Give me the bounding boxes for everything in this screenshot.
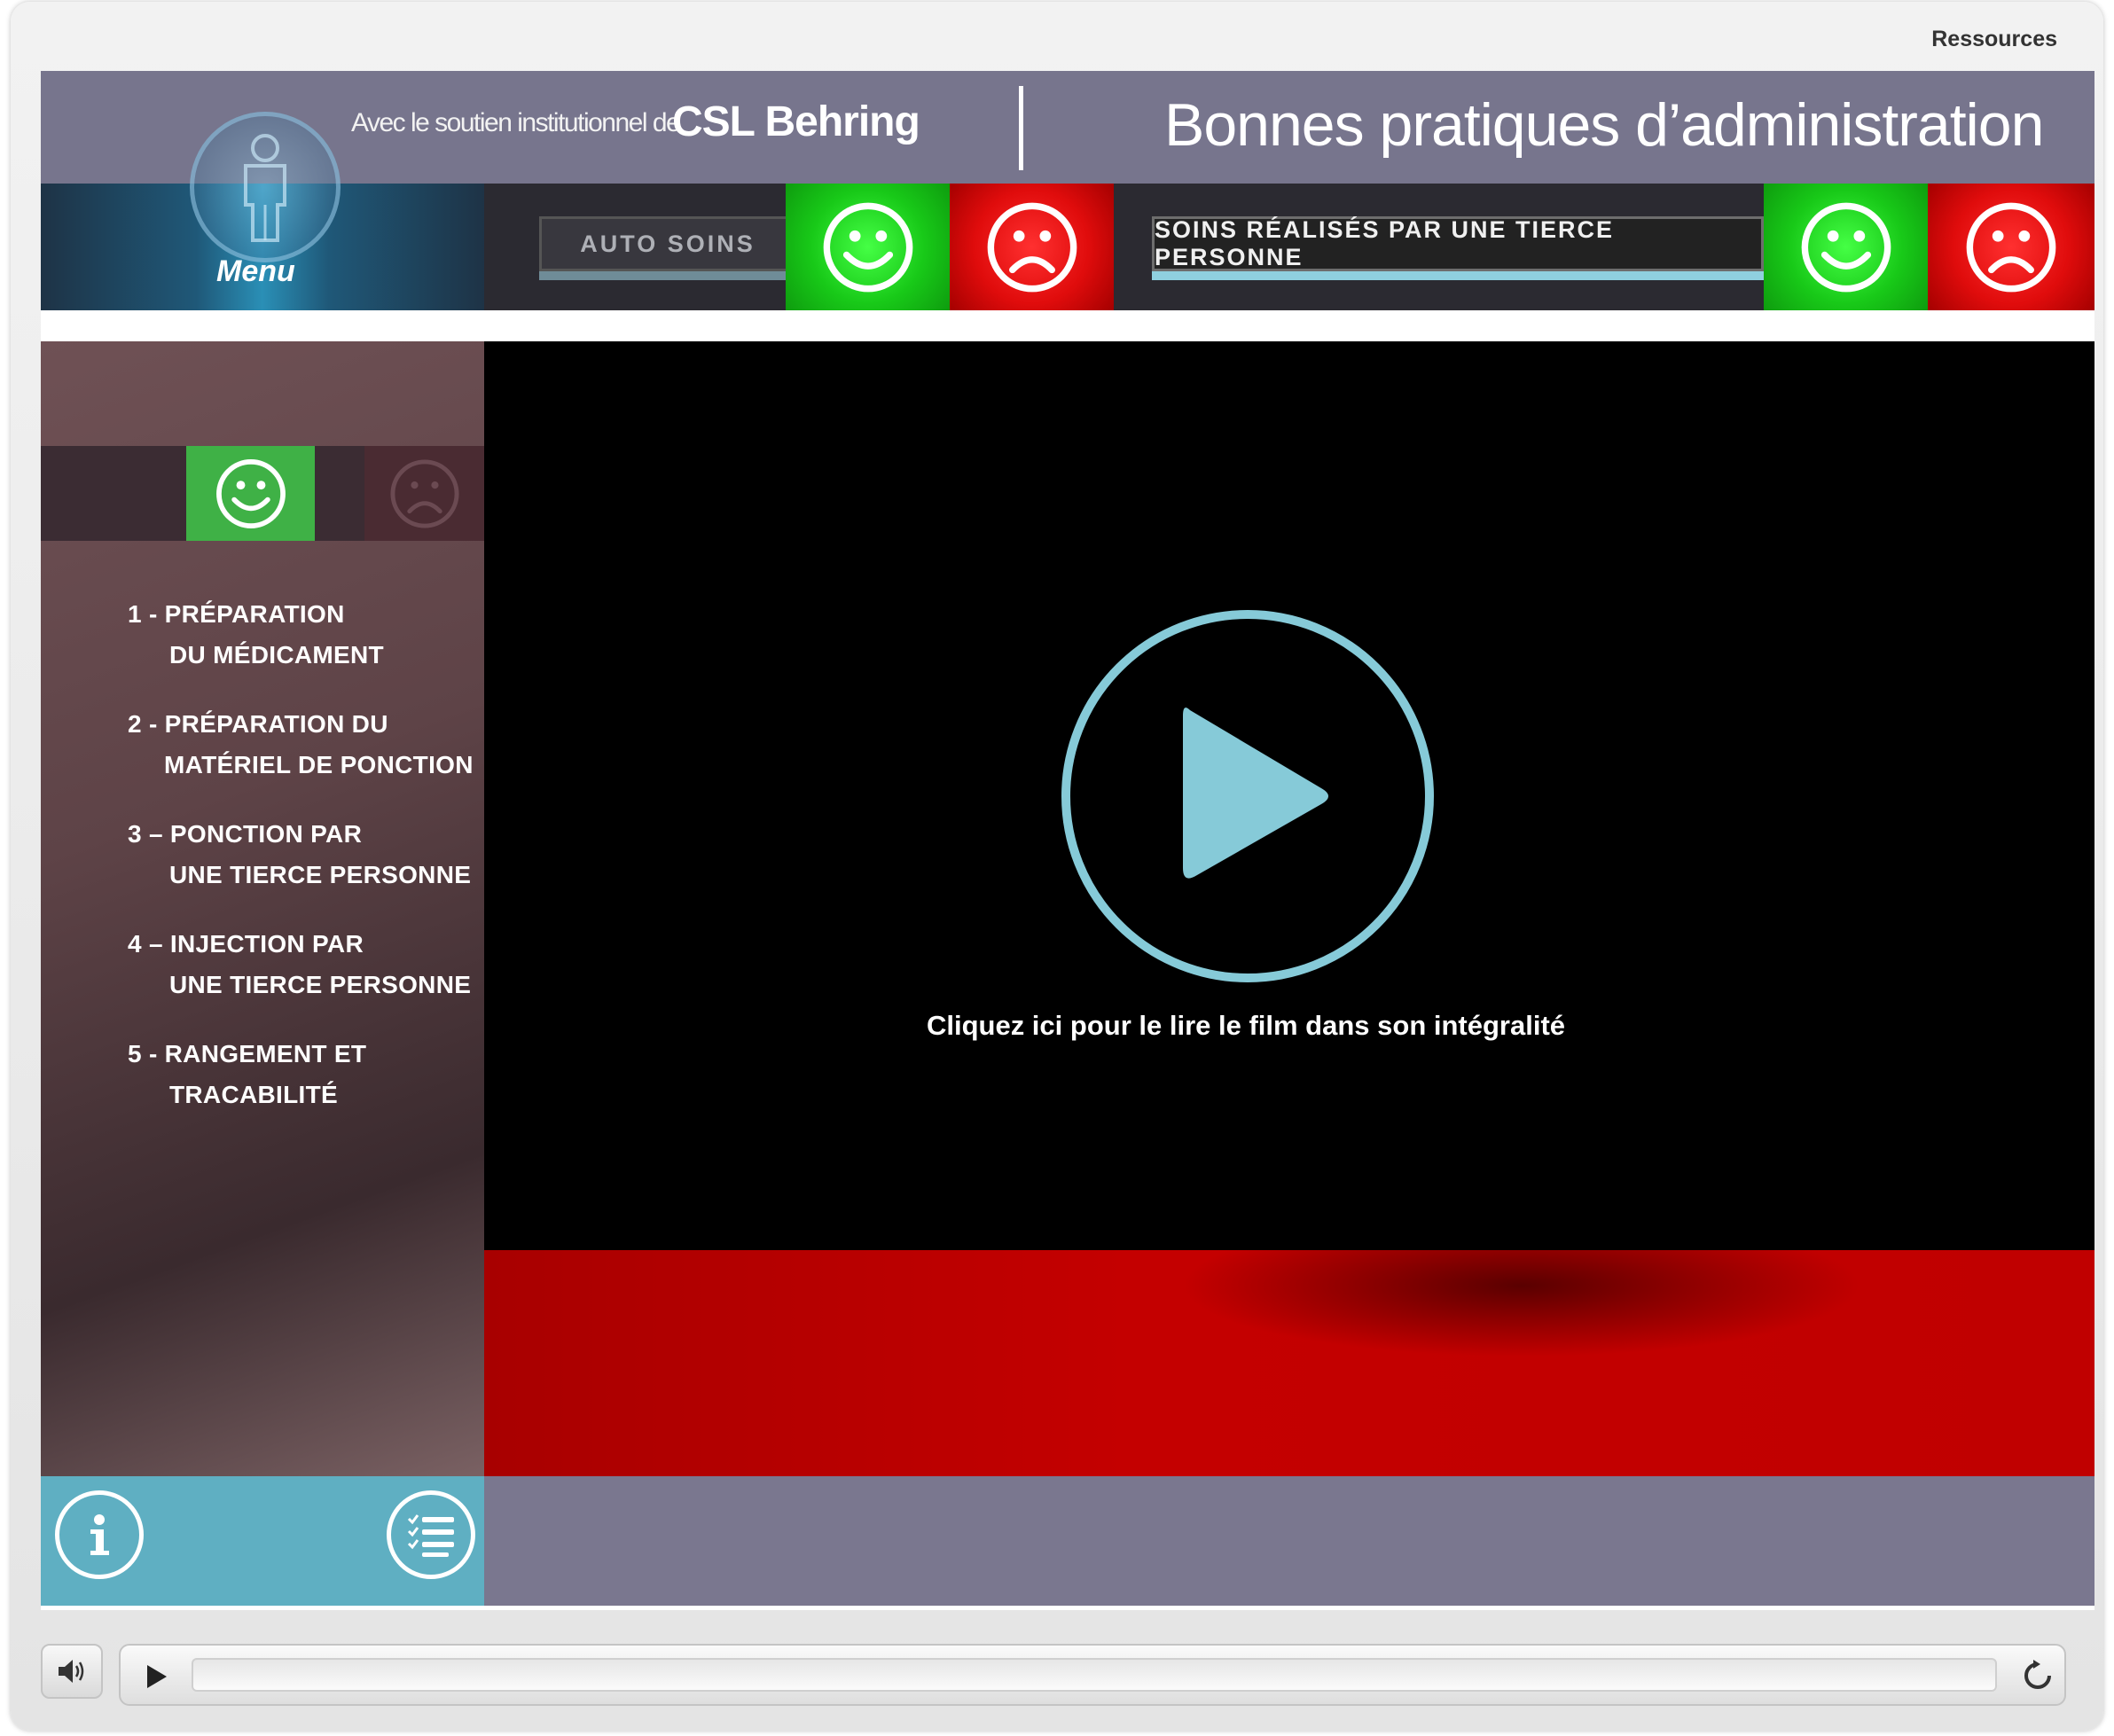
video-player[interactable]: Cliquez ici pour le lire le film dans so… [484,341,2094,1250]
speaker-icon [59,1660,84,1683]
replay-icon [2024,1660,2051,1689]
auto-soins-underline [539,271,796,280]
info-button[interactable] [55,1490,144,1579]
play-button[interactable] [138,1659,174,1694]
player-control-bar [119,1644,2066,1706]
sidebar-footer [41,1476,484,1606]
info-icon [90,1514,109,1555]
smiley-sad-icon [1966,202,2056,292]
avatar-icon[interactable] [190,112,341,262]
step-item-4[interactable]: 4 – INJECTION PAR UNE TIERCE PERSONNE [128,924,474,1005]
step-4-line1: 4 – INJECTION PAR [128,930,364,958]
tierce-underline [1152,271,1764,280]
step-4-line2: UNE TIERCE PERSONNE [169,971,472,998]
tierce-bad-button[interactable] [1928,184,2094,310]
person-silhouette-icon [244,134,286,242]
step-item-3[interactable]: 3 – PONCTION PAR UNE TIERCE PERSONNE [128,814,474,895]
video-caption[interactable]: Cliquez ici pour le lire le film dans so… [484,1010,2008,1042]
sidebar-tabs [41,446,484,541]
mute-button[interactable] [41,1644,103,1699]
step-item-2[interactable]: 2 - PRÉPARATION DU MATÉRIEL DE PONCTION [128,704,474,786]
seek-bar[interactable] [192,1658,1997,1692]
smiley-sad-icon [389,458,459,528]
checklist-icon [407,1514,454,1557]
step-1-line2: DU MÉDICAMENT [169,641,384,669]
page-title: Bonnes pratiques d’administration [1164,91,2044,159]
step-3-line1: 3 – PONCTION PAR [128,820,363,848]
play-circle-icon[interactable] [1059,607,1437,985]
window-frame: Ressources Avec le soutien institutionne… [11,2,2103,1731]
step-list: 1 - PRÉPARATION DU MÉDICAMENT 2 - PRÉPAR… [128,594,474,1144]
play-icon [147,1665,167,1688]
video-background-band [484,1250,2094,1476]
tierce-personne-button[interactable]: SOINS RÉALISÉS PAR UNE TIERCE PERSONNE [1152,216,1764,271]
smiley-happy-icon [823,202,912,292]
smiley-sad-icon [987,202,1077,292]
auto-soins-good-button[interactable] [786,184,950,310]
sponsor-text: Avec le soutien institutionnel de [351,108,681,137]
app-stage: Avec le soutien institutionnel de CSL Be… [41,71,2094,1610]
tab-good-practice[interactable] [186,446,315,541]
step-5-line1: 5 - RANGEMENT ET [128,1040,367,1067]
auto-soins-bad-button[interactable] [950,184,1114,310]
sidebar: 1 - PRÉPARATION DU MÉDICAMENT 2 - PRÉPAR… [41,341,484,1476]
step-3-line2: UNE TIERCE PERSONNE [169,861,472,888]
replay-button[interactable] [2018,1656,2057,1695]
brand-logo: CSL Behring [672,98,920,145]
step-item-5[interactable]: 5 - RANGEMENT ET TRACABILITÉ [128,1034,474,1115]
step-1-line1: 1 - PRÉPARATION [128,600,345,628]
separator-strip [41,310,2094,341]
header-divider [1019,86,1023,170]
tierce-good-button[interactable] [1764,184,1928,310]
resources-link[interactable]: Ressources [1931,27,2057,52]
step-item-1[interactable]: 1 - PRÉPARATION DU MÉDICAMENT [128,594,474,676]
mode-toolbar: Menu AUTO SOINS SOINS RÉALISÉS PAR UNE T… [41,184,2094,310]
step-2-line2: MATÉRIEL DE PONCTION [164,751,474,778]
tab-bad-practice[interactable] [364,446,484,541]
smiley-happy-icon [1801,202,1891,292]
header: Avec le soutien institutionnel de CSL Be… [41,71,2094,184]
step-5-line2: TRACABILITÉ [169,1081,338,1108]
auto-soins-button[interactable]: AUTO SOINS [539,216,796,271]
main-footer [484,1476,2094,1606]
step-2-line1: 2 - PRÉPARATION DU [128,710,388,738]
smiley-happy-icon [215,458,286,528]
checklist-button[interactable] [387,1490,475,1579]
